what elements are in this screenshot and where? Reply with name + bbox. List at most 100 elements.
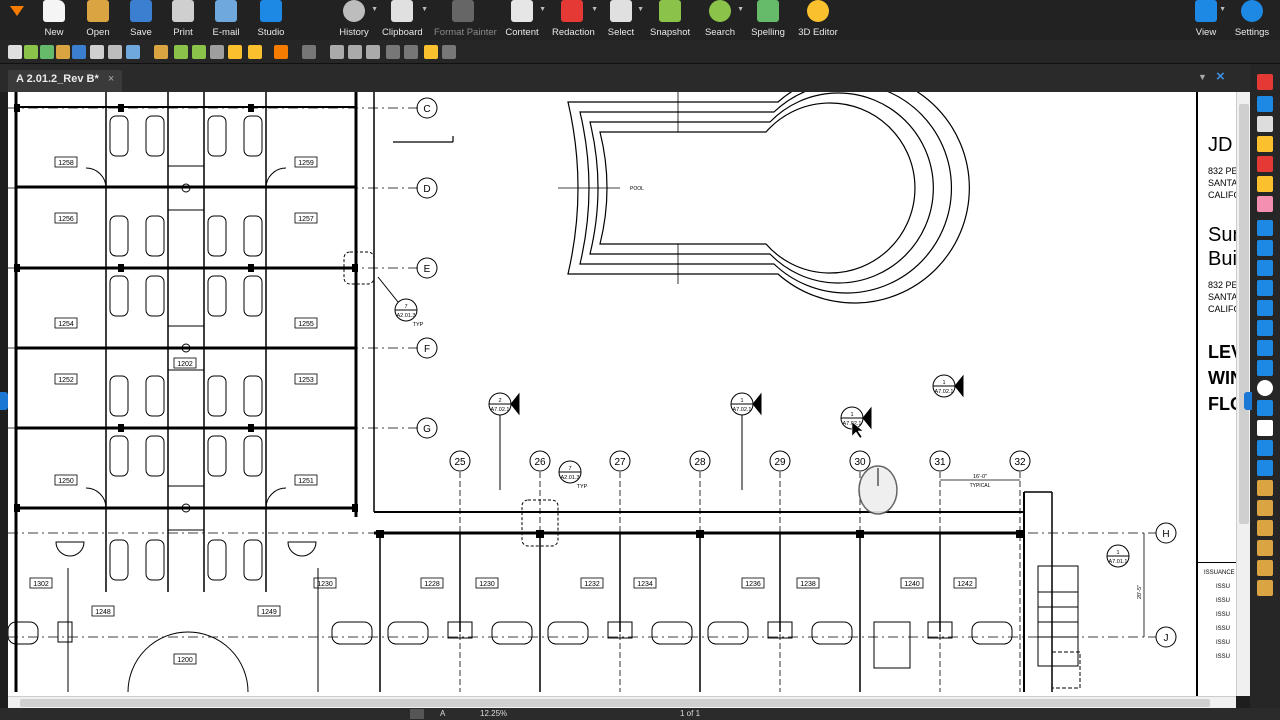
delete-icon[interactable] (404, 45, 418, 59)
3d-editor-button[interactable]: 3D Editor (798, 0, 838, 40)
eraser-icon[interactable] (1257, 196, 1273, 212)
save-button[interactable]: Save (124, 0, 158, 40)
print-label: Print (173, 27, 193, 38)
view-button[interactable]: View ▼ (1192, 0, 1226, 40)
text-tool-icon[interactable] (1257, 96, 1273, 112)
scrollbar-thumb[interactable] (1239, 104, 1249, 524)
grid-column-label: 27 (614, 457, 626, 468)
arrow-icon[interactable] (1257, 240, 1273, 256)
content-label: Content (505, 27, 539, 38)
shape-icon[interactable] (1257, 400, 1273, 416)
zoom-level[interactable]: 12.25% (480, 709, 507, 718)
package-icon[interactable] (154, 45, 168, 59)
email-button[interactable]: E-mail (208, 0, 244, 40)
highlighter-icon[interactable] (424, 45, 438, 59)
section-ref-sheet: A7.02.1 (733, 407, 752, 413)
tab-list-icon[interactable]: ▼ (1198, 72, 1207, 82)
studio-button[interactable]: Studio (254, 0, 288, 40)
settings-button[interactable]: Settings (1234, 0, 1270, 40)
room-label: 1255 (298, 321, 314, 328)
close-document-icon[interactable]: × (1216, 68, 1225, 85)
note-icon[interactable] (1257, 136, 1273, 152)
undo-icon[interactable] (274, 45, 288, 59)
grid-row-label: E (424, 264, 431, 275)
printer-icon[interactable] (108, 45, 122, 59)
left-panel-toggle[interactable] (0, 392, 8, 410)
stamp-icon[interactable] (228, 45, 242, 59)
close-tab-icon[interactable]: × (108, 73, 114, 85)
thumbnails-icon[interactable] (8, 45, 22, 59)
line-icon[interactable] (1257, 220, 1273, 236)
content-button[interactable]: Content ▼ (504, 0, 546, 40)
flag-icon[interactable] (1257, 580, 1273, 596)
arc-icon[interactable] (1257, 280, 1273, 296)
paste-icon[interactable] (366, 45, 380, 59)
new-button[interactable]: New (36, 0, 72, 40)
spellcheck-icon (757, 0, 779, 22)
snapshot-button[interactable]: Snapshot (650, 0, 690, 40)
callout-icon[interactable] (1257, 116, 1273, 132)
copy-icon[interactable] (348, 45, 362, 59)
polyline-icon[interactable] (1257, 260, 1273, 276)
open-icon[interactable] (56, 45, 70, 59)
print-button[interactable]: Print (166, 0, 200, 40)
binoculars-icon[interactable] (192, 45, 206, 59)
new-label: New (44, 27, 64, 38)
document-tab[interactable]: A 2.01.2_Rev B* × (8, 70, 123, 92)
ellipse-icon[interactable] (1257, 380, 1273, 396)
format-painter-button[interactable]: Format Painter (434, 0, 497, 40)
dimension-icon[interactable] (1257, 460, 1273, 476)
clipboard-label: Clipboard (382, 27, 423, 38)
open-button[interactable]: Open (80, 0, 116, 40)
horizontal-scrollbar[interactable] (8, 696, 1236, 708)
highlight-icon[interactable] (1257, 176, 1273, 192)
new-icon[interactable] (24, 45, 38, 59)
open-label: Open (86, 27, 110, 38)
history-button[interactable]: History ▼ (336, 0, 378, 40)
link-icon[interactable] (210, 45, 224, 59)
clipboard-button[interactable]: Clipboard ▼ (382, 0, 428, 40)
rectangle-icon[interactable] (1257, 320, 1273, 336)
markups-list-icon[interactable] (1257, 74, 1273, 90)
view-label: View (1195, 27, 1217, 38)
snapshot-icon[interactable] (174, 45, 188, 59)
grid-column-label: 28 (694, 457, 706, 468)
save-icon[interactable] (72, 45, 86, 59)
link-icon[interactable] (1257, 520, 1273, 536)
scrollbar-thumb[interactable] (20, 699, 1210, 707)
format-painter-icon[interactable] (386, 45, 400, 59)
pan-icon[interactable] (410, 709, 424, 719)
pen-icon[interactable] (1257, 156, 1273, 172)
redaction-button[interactable]: Redaction ▼ (552, 0, 598, 40)
spelling-button[interactable]: Spelling (750, 0, 786, 40)
gear-icon[interactable] (1257, 420, 1273, 436)
right-panel-toggle[interactable] (1244, 392, 1252, 410)
snapshot-icon[interactable] (1257, 500, 1273, 516)
stamp-icon[interactable] (1257, 440, 1273, 456)
attachment-icon[interactable] (1257, 540, 1273, 556)
grid-row-label: D (423, 184, 430, 195)
customize-icon[interactable] (442, 45, 456, 59)
measure-icon[interactable] (1257, 340, 1273, 356)
envelope-icon[interactable] (126, 45, 140, 59)
page-indicator: 1 of 1 (680, 709, 701, 718)
crop-icon[interactable] (1257, 560, 1273, 576)
content-icon (511, 0, 533, 22)
redaction-icon (561, 0, 583, 22)
history-icon (343, 0, 365, 22)
search-button[interactable]: Search ▼ (702, 0, 744, 40)
redo-icon[interactable] (302, 45, 316, 59)
image-icon[interactable] (1257, 480, 1273, 496)
create-icon[interactable] (40, 45, 54, 59)
select-text-icon[interactable]: A (440, 709, 445, 718)
drawing-canvas[interactable]: 1258 1259 1256 1257 1254 1255 1252 1253 … (8, 92, 1196, 696)
room-label: 1302 (33, 581, 49, 588)
cut-icon[interactable] (330, 45, 344, 59)
file-menu-button[interactable] (6, 0, 28, 40)
cloud-icon[interactable] (1257, 300, 1273, 316)
document-icon[interactable] (90, 45, 104, 59)
s-icon[interactable] (248, 45, 262, 59)
select-button[interactable]: Select ▼ (604, 0, 644, 40)
room-label: 1230 (317, 581, 333, 588)
polygon-icon[interactable] (1257, 360, 1273, 376)
